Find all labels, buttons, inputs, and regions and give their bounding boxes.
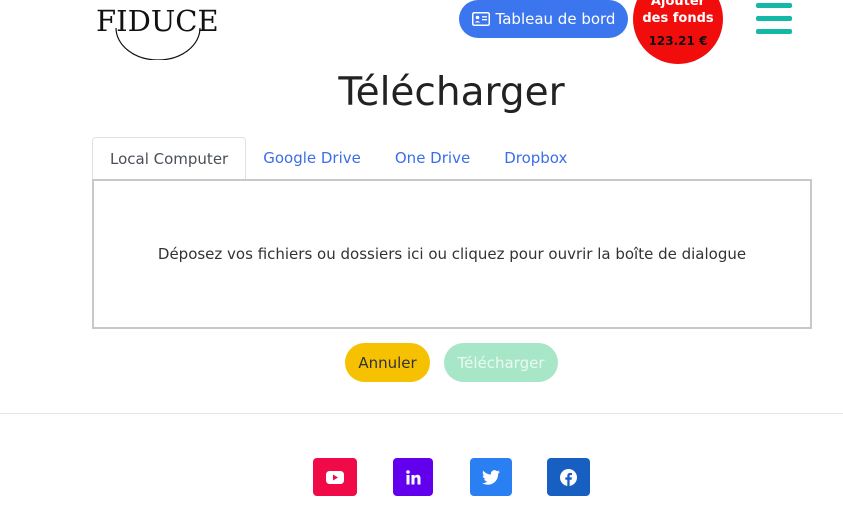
logo-text: FIDUCE (96, 4, 219, 38)
youtube-button[interactable] (313, 458, 357, 496)
linkedin-icon (405, 469, 420, 484)
facebook-icon (560, 468, 577, 486)
menu-icon[interactable] (756, 3, 792, 35)
upload-button[interactable]: Télécharger (444, 343, 558, 382)
source-tabs: Local Computer Google Drive One Drive Dr… (92, 137, 584, 179)
facebook-button[interactable] (547, 458, 590, 496)
tab-google-drive[interactable]: Google Drive (246, 137, 378, 179)
file-dropzone[interactable]: Déposez vos fichiers ou dossiers ici ou … (92, 179, 812, 329)
logo[interactable]: FIDUCE (96, 0, 220, 60)
add-funds-line2: des fonds (642, 11, 714, 26)
page-title: Télécharger (338, 70, 565, 115)
add-funds-button[interactable]: Ajouter des fonds 123.21 € (633, 0, 723, 64)
balance-amount: 123.21 € (648, 34, 708, 48)
add-funds-line1: Ajouter (650, 0, 706, 9)
tab-one-drive[interactable]: One Drive (378, 137, 487, 179)
footer-divider (0, 413, 843, 414)
cancel-button[interactable]: Annuler (345, 343, 430, 382)
youtube-icon (326, 470, 344, 484)
twitter-icon (482, 469, 500, 485)
dashboard-button[interactable]: Tableau de bord (459, 0, 628, 38)
linkedin-button[interactable] (393, 458, 433, 496)
tab-local-computer[interactable]: Local Computer (92, 137, 247, 179)
id-card-icon (471, 12, 490, 26)
twitter-button[interactable] (470, 458, 512, 496)
dropzone-text: Déposez vos fichiers ou dossiers ici ou … (157, 245, 747, 263)
tab-dropbox[interactable]: Dropbox (487, 137, 584, 179)
dashboard-label: Tableau de bord (495, 10, 616, 28)
